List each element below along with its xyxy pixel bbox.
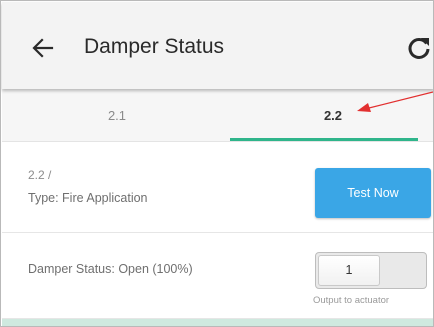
app-screen: Damper Status 2.1 2.2 2.2 / Type: Fire A… <box>0 0 434 327</box>
output-toggle-switch[interactable]: 1 <box>315 252 427 289</box>
bottom-strip <box>2 319 433 326</box>
tab-2-1[interactable]: 2.1 <box>2 89 232 142</box>
test-now-button[interactable]: Test Now <box>315 168 431 218</box>
arrow-left-icon[interactable] <box>32 38 54 58</box>
damper-status-label: Damper Status: Open (100%) <box>28 262 193 276</box>
selected-tab-indicator <box>230 138 418 141</box>
page-title: Damper Status <box>84 35 225 58</box>
app-bar: Damper Status <box>2 2 433 89</box>
switch-caption: Output to actuator <box>313 295 390 306</box>
damper-status-row: Damper Status: Open (100%) 1 Output to a… <box>2 234 433 319</box>
damper-id-label: 2.2 / <box>28 168 52 182</box>
damper-type-label: Type: Fire Application <box>28 191 148 205</box>
tab-bar: 2.1 2.2 <box>2 89 433 142</box>
tab-2-2[interactable]: 2.2 <box>232 89 433 142</box>
damper-type-row: 2.2 / Type: Fire Application Test Now <box>2 153 433 233</box>
refresh-icon[interactable] <box>406 35 432 61</box>
switch-knob[interactable]: 1 <box>318 255 380 286</box>
